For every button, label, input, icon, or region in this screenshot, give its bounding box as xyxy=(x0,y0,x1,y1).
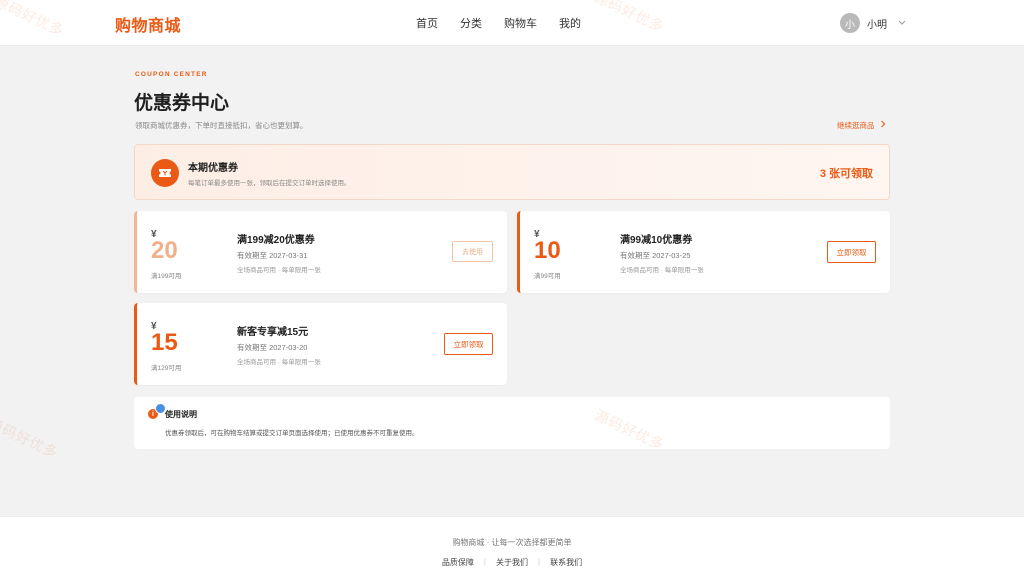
coupon-card: ¥ 20 满199可用 满199减20优惠券 有效期至 2027-03-31 全… xyxy=(134,211,507,293)
page-description: 领取商城优惠券，下单时直接抵扣，省心也更划算。 xyxy=(135,121,308,130)
coupon-expiry: 有效期至 2027-03-31 xyxy=(237,251,308,260)
use-coupon-button[interactable]: 去使用 xyxy=(452,241,493,262)
claim-coupon-button[interactable]: 立即领取 xyxy=(827,241,876,263)
username[interactable]: 小明 xyxy=(867,16,887,31)
main-nav: 首页 分类 购物车 我的 xyxy=(416,15,581,31)
coupon-title: 满99减10优惠券 xyxy=(620,235,693,246)
nav-cart[interactable]: 购物车 xyxy=(504,15,537,31)
chevron-down-icon[interactable] xyxy=(898,18,906,28)
coupon-note: 全场商品可用 · 每单限用一张 xyxy=(620,267,704,274)
coupon-expiry: 有效期至 2027-03-20 xyxy=(237,343,308,352)
available-count: 3 张可领取 xyxy=(819,168,873,180)
user-menu[interactable]: 小 小明 xyxy=(840,13,906,33)
coupon-title: 满199减20优惠券 xyxy=(237,235,315,246)
page-title: 优惠券中心 xyxy=(134,93,230,114)
coupon-card: ¥ 10 满99可用 满99减10优惠券 有效期至 2027-03-25 全场商… xyxy=(517,211,890,293)
coupon-condition: 满199可用 xyxy=(151,273,182,280)
banner-subtitle: 每笔订单最多使用一张，领取后在提交订单时选择使用。 xyxy=(188,180,351,187)
coupon-note: 全场商品可用 · 每单限用一张 xyxy=(237,359,321,366)
ticket-icon xyxy=(151,159,179,187)
banner-title: 本期优惠券 xyxy=(188,163,238,174)
usage-notes: i 使用说明 优惠券领取后，可在购物车结算或提交订单页面选择使用；已使用优惠券不… xyxy=(134,397,890,449)
coupon-amount: 15 xyxy=(151,329,178,356)
coupon-expiry: 有效期至 2027-03-25 xyxy=(620,251,691,260)
notes-text: 优惠券领取后，可在购物车结算或提交订单页面选择使用；已使用优惠券不可重复使用。 xyxy=(165,430,419,437)
coupon-summary-banner: 本期优惠券 每笔订单最多使用一张，领取后在提交订单时选择使用。 3 张可领取 xyxy=(134,144,890,200)
footer: 购物商城 · 让每一次选择都更简单 品质保障 | 关于我们 | 联系我们 xyxy=(0,516,1024,576)
divider: | xyxy=(483,557,486,566)
avatar[interactable]: 小 xyxy=(840,13,860,33)
footer-link-about[interactable]: 关于我们 xyxy=(496,557,528,568)
claim-coupon-button[interactable]: 立即领取 xyxy=(444,333,493,355)
continue-shopping-label: 继续逛商品 xyxy=(837,121,875,130)
watermark: 源码好优多 xyxy=(0,414,61,462)
footer-link-contact[interactable]: 联系我们 xyxy=(550,557,582,568)
section-eyebrow: COUPON CENTER xyxy=(135,71,208,78)
nav-category[interactable]: 分类 xyxy=(460,15,482,31)
chevron-right-icon xyxy=(877,120,886,130)
footer-slogan: 购物商城 · 让每一次选择都更简单 xyxy=(452,538,572,547)
coupon-title: 新客专享减15元 xyxy=(237,327,309,338)
footer-link-quality[interactable]: 品质保障 xyxy=(442,557,474,568)
top-header: 购物商城 首页 分类 购物车 我的 小 小明 xyxy=(0,0,1024,46)
coupon-amount: 10 xyxy=(534,237,561,264)
divider: | xyxy=(538,557,541,566)
notes-title: 使用说明 xyxy=(165,410,197,419)
continue-shopping-link[interactable]: 继续逛商品 xyxy=(837,120,886,131)
site-logo[interactable]: 购物商城 xyxy=(115,12,181,36)
coupon-note: 全场商品可用 · 每单限用一张 xyxy=(237,267,321,274)
coupon-condition: 满129可用 xyxy=(151,365,182,372)
coupon-amount: 20 xyxy=(151,237,178,264)
coupon-condition: 满99可用 xyxy=(534,273,561,280)
footer-links: 品质保障 | 关于我们 | 联系我们 xyxy=(0,557,1024,568)
nav-home[interactable]: 首页 xyxy=(416,15,438,31)
nav-mine[interactable]: 我的 xyxy=(559,15,581,31)
coupon-card: ¥ 15 满129可用 新客专享减15元 有效期至 2027-03-20 全场商… xyxy=(134,303,507,385)
